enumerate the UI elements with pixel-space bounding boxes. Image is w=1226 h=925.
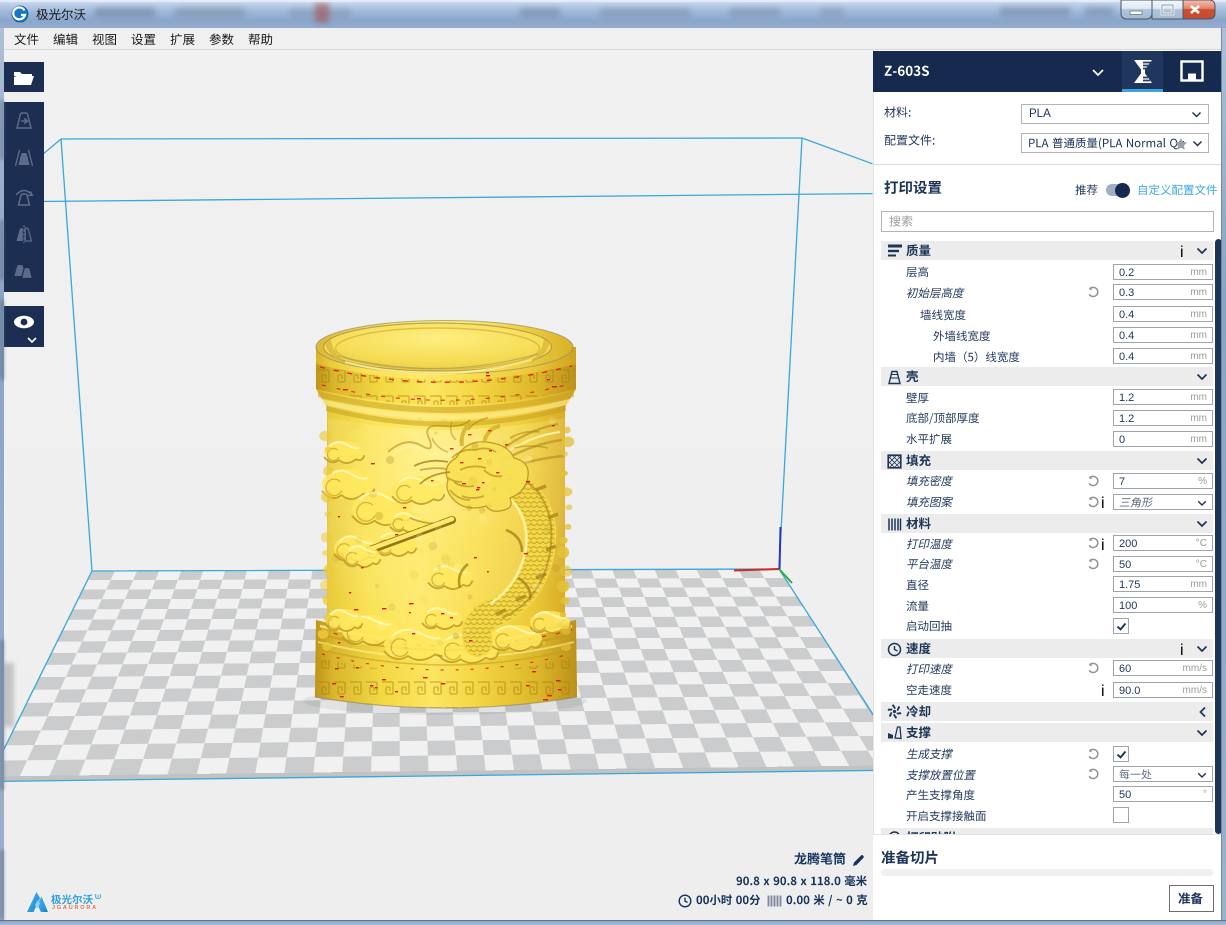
svg-text:R: R [97, 894, 100, 898]
